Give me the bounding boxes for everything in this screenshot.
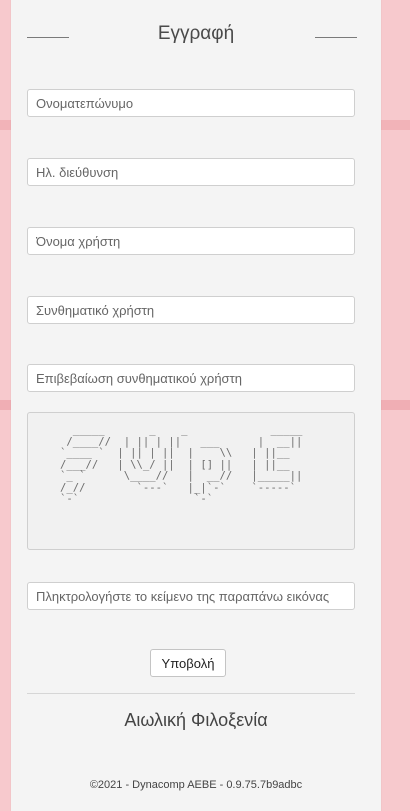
captcha-text: _____ _ _ _____ /____// | || | || ___ | …: [60, 424, 303, 505]
page-title: Εγγραφή: [157, 23, 235, 44]
password-input[interactable]: [27, 296, 355, 324]
captcha-input[interactable]: [27, 582, 355, 610]
email-input[interactable]: [27, 158, 355, 186]
confirm-password-input[interactable]: [27, 364, 355, 392]
username-input[interactable]: [27, 227, 355, 255]
register-panel: Εγγραφή _____ _ _ _____ /____// | || | |…: [11, 0, 381, 811]
divider: [27, 693, 355, 694]
submit-button[interactable]: Υποβολή: [150, 649, 226, 677]
fullname-input[interactable]: [27, 89, 355, 117]
page-header: Εγγραφή: [11, 18, 381, 50]
footer-text: ©2021 - Dynacomp AEBE - 0.9.75.7b9adbc: [89, 779, 303, 791]
captcha-image: _____ _ _ _____ /____// | || | || ___ | …: [27, 412, 355, 550]
header-line-right: [315, 37, 357, 38]
brand-name: Αιωλική Φιλοξενία: [124, 710, 268, 730]
